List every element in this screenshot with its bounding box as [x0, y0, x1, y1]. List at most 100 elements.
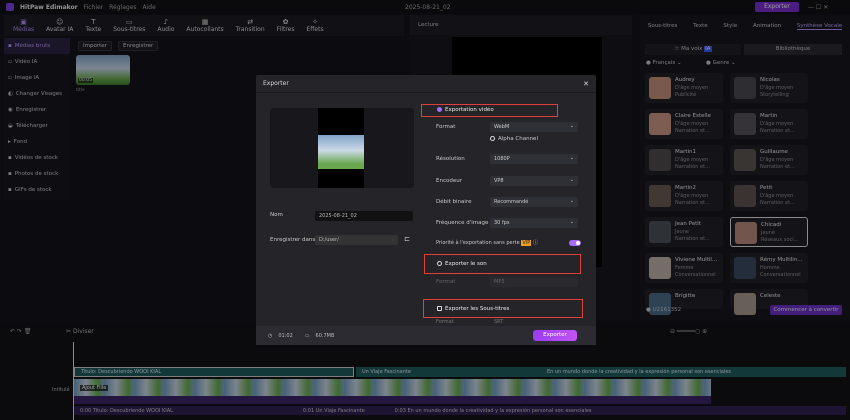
- voice-name: Guillaume: [760, 149, 788, 155]
- video-export-radio[interactable]: Exportation vidéo: [437, 107, 494, 113]
- zoom-controls[interactable]: ⊖ ━━━━━○ ⊕: [670, 328, 707, 335]
- voice-card[interactable]: Rémy Multilin... Homme Conversationnel: [730, 253, 808, 283]
- timeline-tools[interactable]: ↶ ↷ 🗑: [10, 328, 32, 335]
- sidebar-item-enregistrer[interactable]: ◉ Enregistrer: [4, 102, 70, 118]
- record-dropdown[interactable]: Enregistrer: [118, 41, 159, 51]
- window-controls[interactable]: — ☐ ✕: [808, 4, 828, 11]
- sidebar-item-videos-stock[interactable]: ▪ Vidéos de stock: [4, 150, 70, 166]
- import-button[interactable]: Importer: [78, 41, 112, 51]
- sidebar-item-telecharger[interactable]: ◒ Télécharger: [4, 118, 70, 134]
- clip-name: title: [76, 88, 85, 93]
- voice-card[interactable]: Jean Petit Jeune Narration et...: [645, 217, 723, 247]
- alpha-channel-checkbox[interactable]: Alpha Channel: [490, 136, 538, 142]
- split-button[interactable]: ✂ Diviser: [66, 328, 94, 335]
- tab-texte[interactable]: Texte: [693, 23, 708, 29]
- convert-button[interactable]: Commencer à convertir: [770, 305, 842, 315]
- alpha-label: Alpha Channel: [498, 136, 538, 142]
- tool-effets[interactable]: ✧ Effets: [302, 15, 329, 36]
- sidebar-item-image-ia[interactable]: ▫ Image IA: [4, 70, 70, 86]
- format-select[interactable]: WebM ⌄: [490, 122, 578, 132]
- info-icon[interactable]: ⓘ: [533, 240, 538, 246]
- tool-audio[interactable]: ♪ Audio: [152, 15, 179, 36]
- menu-reglages[interactable]: Réglages: [109, 4, 136, 11]
- sidebar-item-changer-visages[interactable]: ◐ Changer Visages: [4, 86, 70, 102]
- voice-card[interactable]: Chicadi Jeune Réseaux soci...: [730, 217, 808, 247]
- resolution-select[interactable]: 1080P ⌄: [490, 154, 578, 164]
- audio-track[interactable]: [74, 396, 711, 404]
- filter-icon: ✿: [282, 18, 289, 26]
- voice-name: Rémy Multilin...: [760, 257, 803, 263]
- lossless-toggle[interactable]: [569, 240, 581, 246]
- sidebar-item-fond[interactable]: ▸ Fond: [4, 134, 70, 150]
- top-export-button[interactable]: Exporter: [755, 2, 799, 12]
- voice-name: Jean Petit: [675, 221, 701, 227]
- voice-name: Nicolas: [760, 77, 780, 83]
- voice-card[interactable]: Martin2 D'âge moyen Narration et...: [645, 181, 723, 211]
- voice-age: D'âge moyen: [675, 193, 709, 199]
- folder-icon[interactable]: ⊏: [404, 235, 410, 243]
- language-select[interactable]: ● Français ⌄: [646, 60, 682, 66]
- voice-avatar: [649, 77, 671, 99]
- sidebar-item-photos-stock[interactable]: ▪ Photos de stock: [4, 166, 70, 182]
- audio-format-select[interactable]: MP3: [490, 277, 578, 287]
- voice-card[interactable]: Guillaume D'âge moyen Narration et...: [730, 145, 808, 175]
- tool-avatar[interactable]: ☺ Avatar IA: [41, 15, 78, 36]
- title-clip-1[interactable]: Titulo: Descubriendo WOOI KIAL: [74, 367, 354, 377]
- voice-card[interactable]: Martin1 D'âge moyen Narration et...: [645, 145, 723, 175]
- title-clip-2[interactable]: Un Viaje Fascinante: [356, 367, 426, 377]
- voice-card[interactable]: Nicolas D'âge moyen Storytelling: [730, 73, 808, 103]
- gender-select[interactable]: ● Genre ⌄: [706, 60, 736, 66]
- voice-card[interactable]: Petit D'âge moyen Narration et...: [730, 181, 808, 211]
- tool-label: Médias: [13, 26, 35, 33]
- voice-name: Petit: [760, 185, 773, 191]
- fps-select[interactable]: 30 fps ⌄: [490, 218, 578, 228]
- voice-card[interactable]: Claire Estelle D'âge moyen Narration et.…: [645, 109, 723, 139]
- audio-export-radio[interactable]: Exporter le son: [437, 261, 487, 267]
- save-location-input[interactable]: D:/user/: [315, 235, 398, 245]
- tool-autocollants[interactable]: ▦ Autocollants: [181, 15, 228, 36]
- tool-filtres[interactable]: ✿ Filtres: [272, 15, 300, 36]
- media-clip-thumbnail[interactable]: 00:05: [76, 55, 130, 85]
- subtitle-track[interactable]: 0:00 Titulo: Descubriendo WOOI KIAL 0:01 …: [74, 406, 846, 415]
- encoder-value: VP8: [494, 178, 504, 184]
- tool-transition[interactable]: ⇄ Transition: [231, 15, 270, 36]
- subtitle-format-value[interactable]: SRT: [494, 319, 503, 325]
- effects-icon: ✧: [312, 18, 318, 26]
- tab-animation[interactable]: Animation: [753, 23, 781, 29]
- encoder-select[interactable]: VP8 ⌄: [490, 176, 578, 186]
- dialog-title: Exporter: [263, 80, 289, 87]
- voice-name: Brigitte: [675, 293, 696, 299]
- name-input[interactable]: 2025-08-21_02: [315, 211, 413, 221]
- voice-style: Réseaux soci...: [761, 237, 799, 243]
- audio-icon: ♪: [163, 18, 169, 26]
- title-clip-3[interactable]: En un mundo donde la creatividad y la ex…: [426, 367, 846, 377]
- sidebar-item-gifs-stock[interactable]: ▪ GIFs de stock: [4, 182, 70, 198]
- tool-sous-titres[interactable]: ▭ Sous-titres: [108, 15, 150, 36]
- bitrate-select[interactable]: Recommandé ⌄: [490, 197, 578, 207]
- credit-value: U2161352: [652, 307, 682, 313]
- app-logo: [6, 3, 14, 11]
- tool-medias[interactable]: ▣ Médias: [8, 15, 39, 36]
- video-clip[interactable]: Ajout Fille: [74, 379, 711, 396]
- tab-sous-titres[interactable]: Sous-titres: [648, 23, 677, 29]
- tool-texte[interactable]: T Texte: [80, 15, 106, 36]
- my-voice-tab[interactable]: ☆ Ma voix IA: [645, 44, 741, 55]
- voice-card[interactable]: Viviene Multil... Femme Conversationnel: [645, 253, 723, 283]
- audio-format-label: Format: [436, 279, 456, 285]
- tab-style[interactable]: Style: [723, 23, 737, 29]
- export-button[interactable]: Exporter: [533, 330, 577, 341]
- tab-synthese-vocale[interactable]: Synthèse Vocale: [796, 23, 843, 30]
- voice-card[interactable]: Martin D'âge moyen Narration et...: [730, 109, 808, 139]
- video-export-label: Exportation vidéo: [445, 107, 494, 113]
- duration-value: 01:02: [278, 332, 293, 339]
- voice-card[interactable]: Audrey D'âge moyen Publicité: [645, 73, 723, 103]
- export-dialog: Exporter ✕ Nom 2025-08-21_02 Enregistrer …: [256, 75, 596, 345]
- menu-fichier[interactable]: Fichier: [84, 4, 104, 11]
- close-icon[interactable]: ✕: [583, 80, 589, 88]
- voice-card[interactable]: Brigitte: [645, 289, 723, 315]
- library-tab[interactable]: Bibliothèque: [744, 44, 842, 55]
- subtitle-export-checkbox[interactable]: Exporter les Sous-titres: [437, 306, 509, 312]
- sidebar-item-medias-bruts[interactable]: ▪ Médias bruts: [4, 38, 70, 54]
- menu-aide[interactable]: Aide: [143, 4, 156, 11]
- sidebar-item-video-ia[interactable]: ▫ Vidéo IA: [4, 54, 70, 70]
